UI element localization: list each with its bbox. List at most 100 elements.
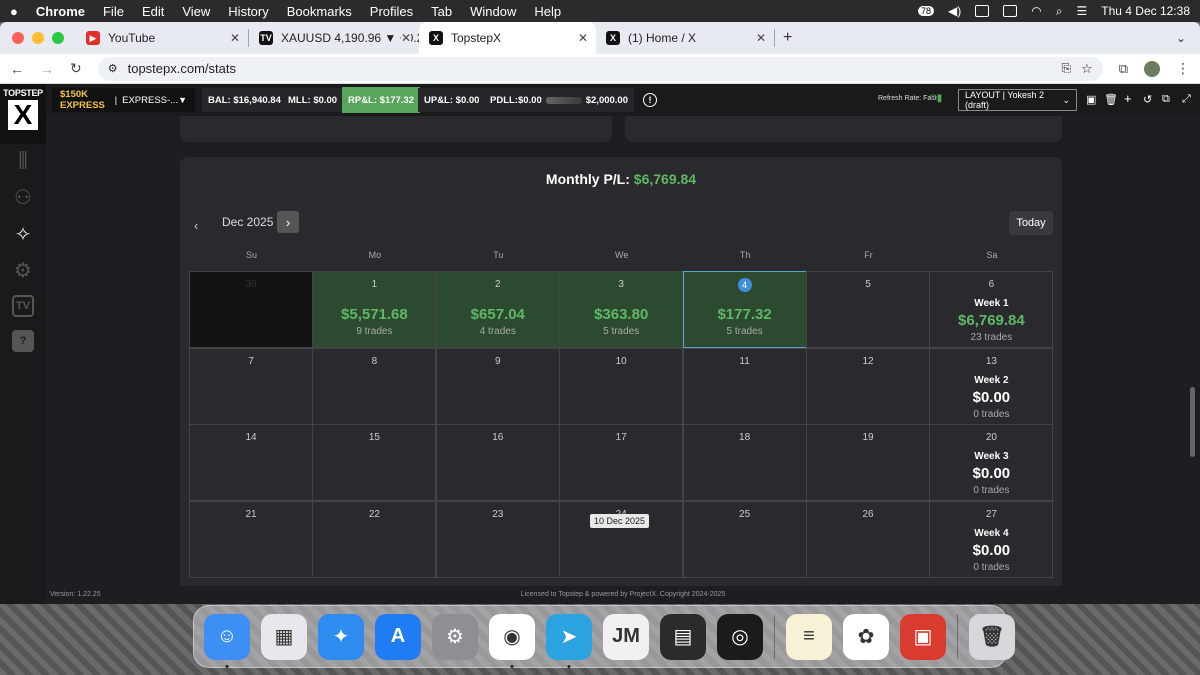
search-icon[interactable]: ⌕ — [1056, 4, 1063, 19]
layout-selector[interactable]: LAYOUT | Yokesh 2 (draft) ⌄ — [958, 89, 1077, 111]
close-tab-icon[interactable]: ✕ — [578, 31, 588, 45]
calendar-day-cell[interactable]: 4 $177.32 5 trades — [682, 271, 807, 348]
trade-chart-icon[interactable]: ⫼ — [10, 148, 36, 174]
today-button[interactable]: Today — [1009, 211, 1053, 235]
zoom-window-button[interactable] — [52, 32, 64, 44]
menu-help[interactable]: Help — [534, 4, 561, 19]
menu-edit[interactable]: Edit — [142, 4, 164, 19]
week-summary-cell[interactable]: 6 Week 1 $6,769.84 23 trades — [929, 271, 1054, 348]
calculator-icon[interactable]: ▤ — [660, 613, 706, 660]
calendar-day-cell[interactable]: 25 — [682, 500, 807, 578]
tab-youtube[interactable]: ▶ YouTube ✕ — [76, 22, 248, 54]
photo-booth-icon[interactable]: ▣ — [900, 613, 946, 660]
launchpad-icon[interactable]: ▦ — [261, 613, 307, 660]
calendar-day-cell[interactable]: 22 — [312, 500, 437, 578]
trash-icon[interactable]: 🗑 — [969, 613, 1015, 660]
week-summary-cell[interactable]: 27 Week 4 $0.00 0 trades — [929, 500, 1054, 578]
new-tab-button[interactable]: + — [783, 29, 792, 47]
calendar-day-cell[interactable]: 23 — [435, 500, 560, 578]
menu-history[interactable]: History — [228, 4, 268, 19]
menu-view[interactable]: View — [182, 4, 210, 19]
save-layout-icon[interactable]: ▣ — [1086, 93, 1096, 106]
menubar-clock[interactable]: Thu 4 Dec 12:38 — [1101, 4, 1190, 18]
site-info-icon[interactable]: ⚙ — [108, 62, 118, 75]
logout-icon[interactable]: ⇥ — [12, 602, 25, 604]
display-icon[interactable] — [1003, 5, 1018, 17]
notes-icon[interactable]: ≡ — [786, 613, 832, 660]
bookmark-star-icon[interactable]: ☆ — [1081, 61, 1093, 77]
tradingview-nav-icon[interactable]: TV — [12, 295, 34, 317]
obs-icon[interactable]: ◎ — [717, 613, 763, 660]
calendar-day-cell[interactable]: 16 — [435, 424, 560, 501]
app-store-icon[interactable]: A — [375, 613, 421, 660]
menu-window[interactable]: Window — [470, 4, 516, 19]
calendar-day-cell[interactable]: 11 — [682, 347, 807, 425]
url-text[interactable]: topstepx.com/stats — [128, 61, 1052, 76]
calendar-day-cell[interactable]: 30 — [189, 271, 313, 348]
calendar-day-cell[interactable]: 17 — [559, 424, 684, 501]
account-selector[interactable]: $150K EXPRESS | EXPRESS-... ▼ — [52, 88, 195, 112]
tab-x-home[interactable]: X (1) Home / X ✕ — [596, 22, 774, 54]
minimize-window-button[interactable] — [32, 32, 44, 44]
calendar-day-cell[interactable]: 9 — [435, 347, 560, 425]
system-settings-icon[interactable]: ⚙ — [432, 613, 478, 660]
calendar-day-cell[interactable]: 14 — [189, 424, 313, 501]
calendar-day-cell[interactable]: 1 $5,571.68 9 trades — [312, 271, 437, 348]
menu-file[interactable]: File — [103, 4, 124, 19]
finder-icon[interactable]: ☺ — [204, 613, 250, 668]
calendar-day-cell[interactable]: 8 — [312, 347, 437, 425]
next-month-button[interactable]: › — [277, 211, 299, 233]
add-layout-icon[interactable]: + — [1124, 91, 1132, 106]
control-center-icon[interactable]: ☰ — [1077, 4, 1088, 18]
menu-kebab-icon[interactable]: ⋮ — [1176, 60, 1190, 77]
chrome-icon[interactable]: ◉ — [489, 613, 535, 668]
menu-bookmarks[interactable]: Bookmarks — [287, 4, 352, 19]
calendar-day-cell[interactable]: 19 — [806, 424, 930, 501]
reload-icon[interactable]: ↻ — [70, 60, 82, 77]
calendar-day-cell[interactable]: 26 — [806, 500, 930, 578]
volume-icon[interactable]: ◀) — [948, 4, 961, 18]
jm-app-icon[interactable]: JM — [603, 613, 649, 660]
calendar-day-cell[interactable]: 21 — [189, 500, 313, 578]
apple-icon[interactable]: ● — [10, 4, 18, 19]
close-tab-icon[interactable]: ✕ — [400, 31, 411, 45]
stats-icon[interactable]: ✧ — [10, 221, 36, 247]
info-icon[interactable]: ! — [643, 93, 657, 107]
calendar-day-cell[interactable]: 12 — [806, 347, 930, 425]
profile-avatar[interactable] — [1144, 60, 1160, 77]
calendar-day-cell[interactable]: 3 $363.80 5 trades — [559, 271, 684, 348]
calendar-day-cell[interactable]: 10 — [559, 347, 684, 425]
settings-icon[interactable]: ⚙ — [10, 257, 36, 283]
topstepx-logo[interactable]: TOPSTEP X — [0, 84, 46, 144]
calendar-day-cell[interactable]: 18 — [682, 424, 807, 501]
calendar-day-cell[interactable]: 24 — [559, 500, 684, 578]
help-icon[interactable]: ? — [12, 330, 34, 352]
windows-icon[interactable]: ⧉ — [1162, 93, 1170, 106]
scrollbar[interactable] — [1190, 387, 1195, 457]
fullscreen-icon[interactable]: ⤢ — [1182, 93, 1191, 106]
week-summary-cell[interactable]: 13 Week 2 $0.00 0 trades — [929, 347, 1054, 425]
calendar-day-cell[interactable]: 15 — [312, 424, 437, 501]
delete-layout-icon[interactable]: 🗑 — [1104, 93, 1118, 106]
menu-app-name[interactable]: Chrome — [36, 4, 85, 19]
extensions-icon[interactable]: ⧉ — [1119, 61, 1128, 77]
tab-topstepx[interactable]: X TopstepX ✕ — [419, 22, 596, 54]
menu-tab[interactable]: Tab — [431, 4, 452, 19]
close-tab-icon[interactable]: ✕ — [756, 31, 766, 45]
reset-layout-icon[interactable]: ↺ — [1143, 93, 1152, 106]
safari-icon[interactable]: ✦ — [318, 613, 364, 660]
wifi-icon[interactable]: ◠ — [1031, 4, 1041, 18]
tab-search-icon[interactable]: ⌄ — [1176, 31, 1186, 45]
forward-icon[interactable]: → — [40, 61, 54, 77]
prev-month-button[interactable]: ‹ — [194, 218, 208, 233]
calendar-day-cell[interactable]: 5 — [806, 271, 930, 348]
close-window-button[interactable] — [12, 32, 24, 44]
community-icon[interactable]: ⚇ — [10, 184, 36, 210]
address-bar[interactable]: ⚙ topstepx.com/stats ⎘ ☆ — [97, 56, 1103, 81]
telegram-icon[interactable]: ➤ — [546, 613, 592, 668]
calendar-day-cell[interactable]: 2 $657.04 4 trades — [435, 271, 560, 348]
week-summary-cell[interactable]: 20 Week 3 $0.00 0 trades — [929, 424, 1054, 501]
screen-mirror-icon[interactable] — [975, 5, 990, 17]
install-app-icon[interactable]: ⎘ — [1061, 61, 1071, 76]
menu-profiles[interactable]: Profiles — [370, 4, 413, 19]
